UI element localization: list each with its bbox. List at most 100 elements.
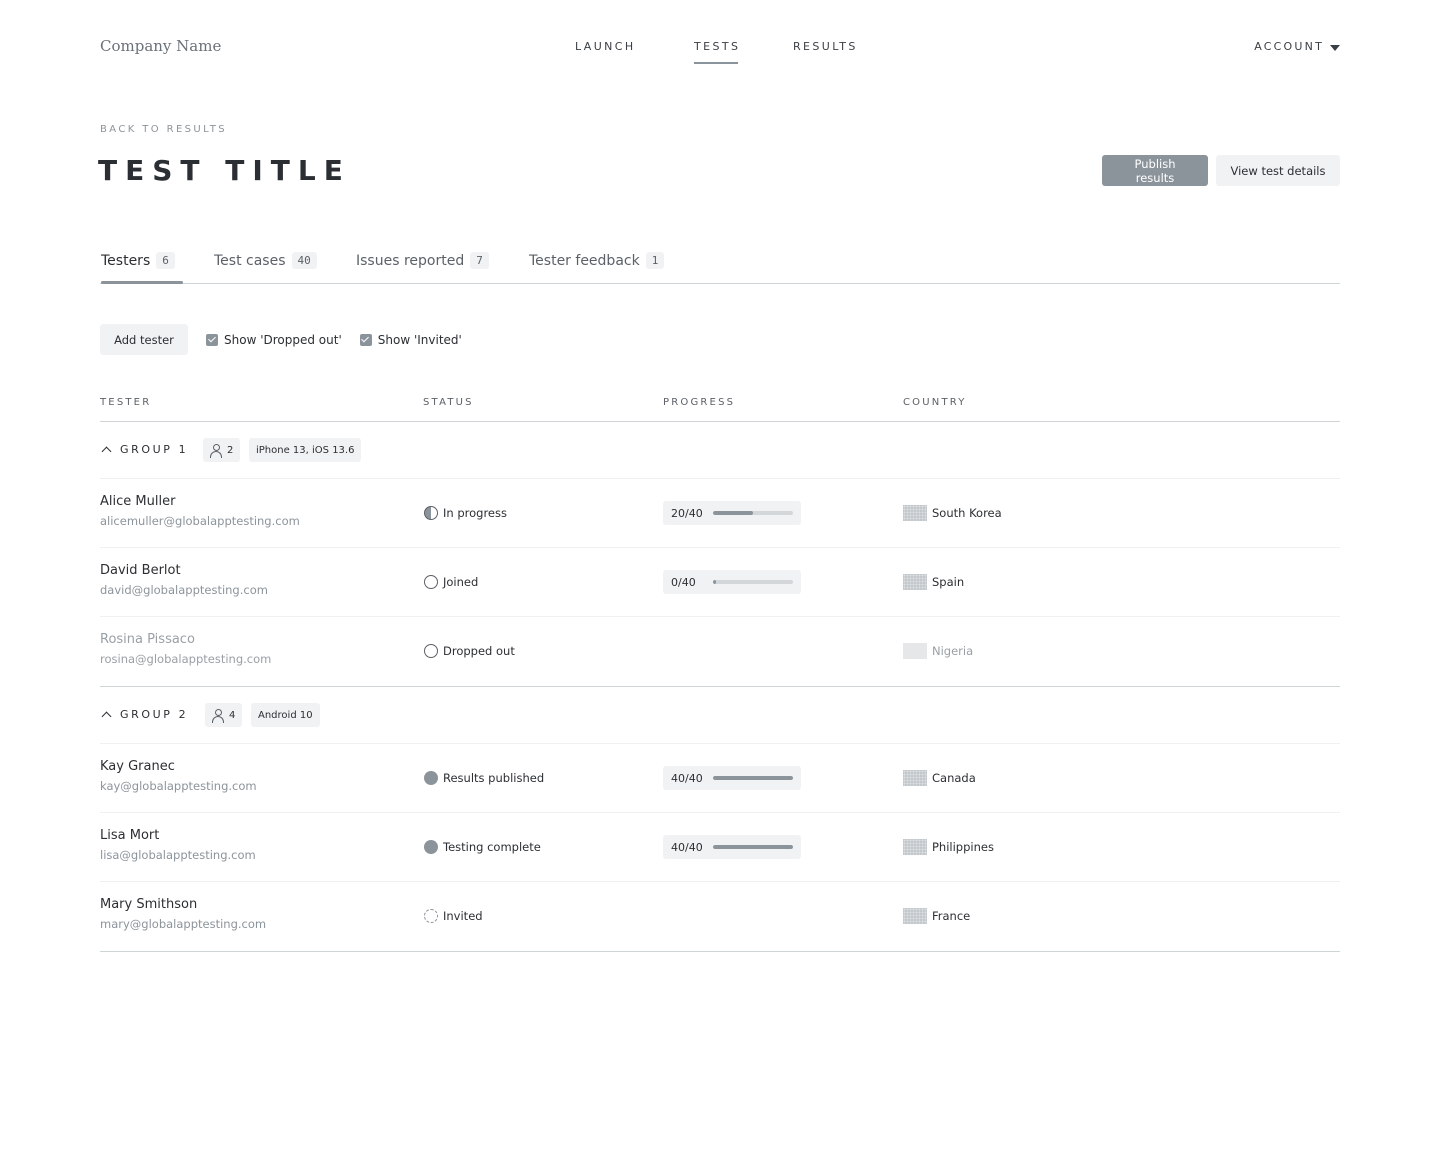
progress-bar	[713, 776, 793, 780]
country-cell: Canada	[903, 770, 976, 786]
tester-cell: Rosina Pissaco rosina@globalapptesting.co…	[100, 632, 271, 666]
table-row[interactable]: Mary Smithson mary@globalapptesting.com In…	[100, 882, 1340, 951]
status-label: Testing complete	[443, 840, 541, 854]
tester-email: lisa@globalapptesting.com	[100, 848, 256, 862]
country-name: Philippines	[932, 840, 994, 854]
table-row[interactable]: Lisa Mort lisa@globalapptesting.com Testin…	[100, 813, 1340, 882]
status-cell: In progress	[424, 506, 507, 520]
member-count: 2	[227, 444, 234, 456]
person-icon	[212, 708, 224, 723]
tester-email: mary@globalapptesting.com	[100, 917, 267, 931]
add-tester-button[interactable]: Add tester	[100, 324, 188, 355]
table-row[interactable]: Rosina Pissaco rosina@globalapptesting.co…	[100, 617, 1340, 686]
nav-tests[interactable]: TESTS	[694, 40, 740, 64]
group-header: GROUP 2 4 Android 10	[100, 687, 1340, 744]
progress-bar-fill	[713, 580, 717, 584]
progress-bar	[713, 845, 793, 849]
nav-results[interactable]: RESULTS	[793, 40, 858, 53]
progress-cell: 20/40	[663, 501, 801, 525]
tab-count: 40	[291, 252, 317, 269]
tab-tester-feedback[interactable]: Tester feedback 1	[529, 252, 665, 269]
flag-icon	[903, 839, 927, 855]
tester-cell: Kay Granec kay@globalapptesting.com	[100, 759, 257, 793]
tab-count: 7	[470, 252, 489, 269]
status-label: Invited	[443, 909, 483, 923]
column-header-progress[interactable]: PROGRESS	[663, 397, 735, 408]
flag-icon	[903, 770, 927, 786]
group-name: GROUP 1	[120, 443, 189, 456]
country-name: Nigeria	[932, 644, 974, 658]
status-cell: Invited	[424, 909, 483, 923]
filled-circle-icon	[424, 771, 438, 785]
tab-testers[interactable]: Testers 6	[101, 252, 175, 269]
group-collapse-toggle[interactable]: GROUP 2	[101, 708, 189, 722]
column-header-country[interactable]: COUNTRY	[903, 397, 967, 408]
table-header: TESTER STATUS PROGRESS COUNTRY	[100, 390, 1340, 422]
status-label: In progress	[443, 506, 507, 520]
page-title: TEST TITLE	[98, 154, 351, 187]
company-logo[interactable]: Company Name	[100, 37, 221, 55]
top-header: Company Name LAUNCH TESTS RESULTS ACCOUN…	[100, 0, 1340, 100]
account-menu[interactable]: ACCOUNT	[1254, 40, 1340, 53]
progress-label: 20/40	[671, 506, 703, 520]
country-name: Canada	[932, 771, 976, 785]
flag-icon	[903, 574, 927, 590]
group-member-count: 2	[203, 438, 241, 462]
status-cell: Results published	[424, 771, 544, 785]
tab-label: Testers	[101, 252, 151, 269]
view-test-details-button[interactable]: View test details	[1216, 155, 1340, 186]
flag-icon	[903, 643, 927, 659]
flag-icon	[903, 908, 927, 924]
progress-label: 40/40	[671, 771, 703, 785]
tab-label: Tester feedback	[529, 252, 640, 269]
status-label: Joined	[443, 575, 479, 589]
show-invited-checkbox[interactable]: Show 'Invited'	[359, 332, 462, 347]
publish-results-button[interactable]: Publish results	[1102, 155, 1208, 186]
tester-name[interactable]: Mary Smithson	[100, 897, 266, 912]
empty-circle-icon	[424, 644, 438, 658]
show-dropped-out-checkbox[interactable]: Show 'Dropped out'	[206, 333, 342, 347]
checkbox-label: Show 'Dropped out'	[224, 332, 342, 347]
tester-email: david@globalapptesting.com	[100, 583, 268, 597]
country-name: Spain	[932, 575, 965, 589]
tester-name[interactable]: Lisa Mort	[100, 828, 256, 843]
progress-label: 40/40	[671, 840, 703, 854]
filled-circle-icon	[424, 840, 438, 854]
group-collapse-toggle[interactable]: GROUP 1	[101, 443, 189, 457]
tester-toolbar: Add tester Show 'Dropped out' Show 'Invi…	[100, 324, 480, 355]
tester-name[interactable]: Kay Granec	[100, 759, 257, 774]
progress-label: 0/40	[671, 575, 696, 589]
checkbox-checked-icon[interactable]	[206, 333, 218, 346]
checkbox-checked-icon[interactable]	[359, 333, 372, 346]
tester-name[interactable]: David Berlot	[100, 563, 268, 578]
table-row[interactable]: Alice Muller alicemuller@globalapptesting…	[100, 479, 1340, 548]
page-actions: Publish results View test details	[1102, 155, 1340, 186]
tester-name[interactable]: Alice Muller	[100, 494, 300, 509]
country-cell: France	[903, 908, 970, 924]
country-name: France	[932, 909, 971, 923]
tester-cell: Mary Smithson mary@globalapptesting.com	[100, 897, 266, 931]
group-header: GROUP 1 2 iPhone 13, iOS 13.6	[100, 422, 1340, 479]
column-header-tester[interactable]: TESTER	[100, 397, 151, 408]
active-tab-indicator	[101, 281, 183, 284]
back-to-results-link[interactable]: BACK TO RESULTS	[100, 124, 227, 135]
table-row[interactable]: David Berlot david@globalapptesting.com Jo…	[100, 548, 1340, 617]
table-row[interactable]: Kay Granec kay@globalapptesting.com Result…	[100, 744, 1340, 813]
column-header-status[interactable]: STATUS	[423, 397, 474, 408]
tab-label: Issues reported	[356, 252, 465, 269]
progress-cell: 40/40	[663, 835, 801, 859]
chevron-up-icon	[101, 711, 112, 722]
empty-circle-icon	[424, 575, 438, 589]
testers-table: TESTER STATUS PROGRESS COUNTRY GROUP 1 2 i…	[100, 390, 1340, 952]
tab-issues-reported[interactable]: Issues reported 7	[356, 252, 489, 269]
tester-name[interactable]: Rosina Pissaco	[100, 632, 271, 647]
group-device-badge: iPhone 13, iOS 13.6	[249, 438, 362, 462]
checkbox-label: Show 'Invited'	[377, 332, 462, 347]
group-name: GROUP 2	[120, 708, 189, 721]
tab-bar: Testers 6 Test cases 40 Issues reported …	[100, 246, 1340, 284]
nav-launch[interactable]: LAUNCH	[575, 40, 636, 53]
progress-cell: 40/40	[663, 766, 801, 790]
country-cell: Spain	[903, 574, 964, 590]
tab-test-cases[interactable]: Test cases 40	[214, 252, 317, 269]
country-cell: Philippines	[903, 839, 994, 855]
